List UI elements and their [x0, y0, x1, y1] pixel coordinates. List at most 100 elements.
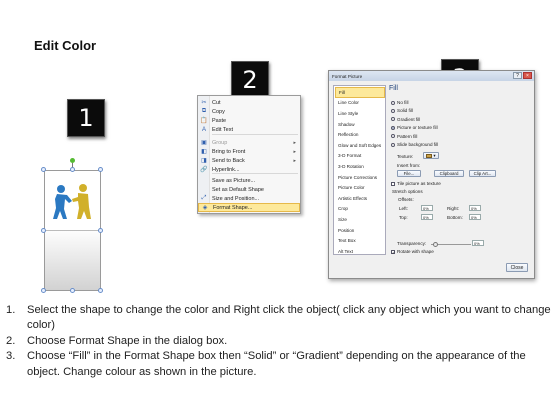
- context-menu-item[interactable]: ◨ Send to Back ▸: [198, 156, 300, 165]
- dialog-nav-item[interactable]: Fill: [335, 87, 385, 98]
- fill-option-radio[interactable]: [391, 117, 395, 122]
- dialog-nav-item[interactable]: Glow and Soft Edges: [335, 140, 385, 151]
- dialog-titlebar: Format Picture ? ×: [329, 71, 534, 81]
- dialog-nav-item[interactable]: Size: [335, 214, 385, 225]
- scissors-icon: ✂: [201, 100, 207, 106]
- resize-handle-bottom[interactable]: [70, 288, 75, 293]
- fill-option[interactable]: Pattern fill: [391, 134, 417, 139]
- resize-handle-right[interactable]: [98, 228, 103, 233]
- submenu-arrow-icon: ▸: [293, 148, 296, 155]
- fill-option-radio[interactable]: [391, 142, 395, 147]
- context-menu-item: ▣ Group ▸: [198, 138, 300, 147]
- close-button[interactable]: Close: [506, 263, 528, 272]
- dialog-nav-item[interactable]: Shadow: [335, 119, 385, 130]
- clip-art-button[interactable]: Clip Art...: [469, 170, 496, 177]
- fill-option[interactable]: Picture or texture fill: [391, 125, 438, 130]
- instruction-number: 3.: [6, 350, 16, 363]
- menu-separator: [212, 173, 298, 174]
- dialog-title: Format Picture: [332, 73, 363, 79]
- submenu-arrow-icon: ▸: [293, 157, 296, 164]
- context-menu-item[interactable]: Save as Picture...: [198, 176, 300, 185]
- top-offset-label: Top:: [399, 215, 408, 220]
- fill-option-radio[interactable]: [391, 134, 395, 139]
- rotation-handle[interactable]: [70, 158, 75, 163]
- left-offset-field[interactable]: 0%: [421, 205, 433, 211]
- fill-option[interactable]: Slide background fill: [391, 142, 438, 147]
- dialog-nav-item[interactable]: Line Style: [335, 108, 385, 119]
- dialog-nav-item[interactable]: Picture Corrections: [335, 172, 385, 183]
- context-menu-item-label: Copy: [212, 108, 225, 115]
- paste-icon: 📋: [200, 118, 208, 124]
- context-menu-item-label: Hyperlink...: [212, 166, 240, 173]
- context-menu-item-label: Set as Default Shape: [212, 186, 264, 193]
- fill-option-radio[interactable]: [391, 100, 395, 105]
- bottom-offset-label: Bottom:: [447, 215, 463, 220]
- selected-shape[interactable]: [41, 158, 103, 293]
- tile-checkbox[interactable]: [391, 181, 395, 186]
- fill-option-label: Pattern fill: [397, 133, 418, 139]
- bottom-offset-field[interactable]: 0%: [469, 214, 481, 220]
- dialog-nav-item[interactable]: Line Color: [335, 98, 385, 109]
- context-menu-item[interactable]: A Edit Text: [198, 125, 300, 134]
- fill-heading: Fill: [389, 85, 398, 92]
- top-offset-field[interactable]: 0%: [421, 214, 433, 220]
- fill-option[interactable]: Solid fill: [391, 108, 413, 113]
- dialog-nav-item[interactable]: Text Box: [335, 235, 385, 246]
- clipboard-button[interactable]: Clipboard: [434, 170, 464, 177]
- instruction-item: 1. Select the shape to change the color a…: [0, 303, 560, 334]
- dialog-nav-item[interactable]: Crop: [335, 204, 385, 215]
- context-menu-item[interactable]: ⧉ Copy: [198, 107, 300, 116]
- file-button[interactable]: File...: [397, 170, 421, 177]
- resize-handle-top-left[interactable]: [41, 167, 46, 172]
- help-button[interactable]: ?: [513, 72, 522, 79]
- context-menu-item[interactable]: ✂ Cut: [198, 98, 300, 107]
- fill-option[interactable]: No fill: [391, 100, 409, 105]
- transparency-field[interactable]: 0%: [472, 240, 484, 246]
- resize-handle-bottom-right[interactable]: [98, 288, 103, 293]
- context-menu-item-label: Edit Text: [212, 126, 233, 133]
- bring-to-front-icon: ◧: [201, 149, 207, 155]
- send-to-back-icon: ◨: [201, 158, 207, 164]
- rotate-checkbox[interactable]: ✓: [391, 249, 395, 254]
- context-menu-item[interactable]: 📋 Paste: [198, 116, 300, 125]
- tile-picture-option[interactable]: Tile picture as texture: [391, 181, 441, 186]
- size-position-icon: ⤢: [201, 195, 207, 201]
- context-menu-item-label: Bring to Front: [212, 148, 246, 155]
- dialog-nav-item[interactable]: Reflection: [335, 129, 385, 140]
- menu-separator: [212, 134, 298, 135]
- context-menu-item[interactable]: ⤢ Size and Position...: [198, 194, 300, 203]
- context-menu-item-label: Group: [212, 139, 228, 146]
- fill-option[interactable]: Gradient fill: [391, 117, 420, 122]
- dialog-nav-item[interactable]: Artistic Effects: [335, 193, 385, 204]
- right-offset-field[interactable]: 0%: [469, 205, 481, 211]
- transparency-label: Transparency:: [397, 241, 427, 246]
- dialog-nav-item[interactable]: Picture Color: [335, 182, 385, 193]
- dialog-nav-list: Fill Line Color Line Style Shadow Reflection…: [333, 85, 386, 255]
- texture-dropdown[interactable]: ▾: [423, 152, 439, 159]
- stretch-options-label: Stretch options: [392, 189, 423, 194]
- rotate-with-shape-option[interactable]: ✓ Rotate with shape: [391, 249, 434, 254]
- context-menu-item-label: Paste: [212, 117, 227, 124]
- dialog-nav-item[interactable]: Alt Text: [335, 246, 385, 257]
- resize-handle-top[interactable]: [70, 167, 75, 172]
- close-icon[interactable]: ×: [523, 72, 532, 79]
- instruction-text: Choose Format Shape in the dialog box.: [27, 334, 228, 347]
- dialog-nav-item[interactable]: 3-D Format: [335, 151, 385, 162]
- resize-handle-bottom-left[interactable]: [41, 288, 46, 293]
- resize-handle-left[interactable]: [41, 228, 46, 233]
- context-menu-item[interactable]: ◧ Bring to Front ▸: [198, 147, 300, 156]
- page-title: Edit Color: [34, 38, 97, 53]
- instruction-item: 3. Choose “Fill” in the Format Shape box …: [0, 349, 560, 380]
- context-menu-item[interactable]: ◈ Format Shape...: [198, 203, 300, 212]
- transparency-slider-thumb[interactable]: [433, 242, 438, 247]
- texture-label: Texture:: [397, 154, 414, 159]
- fill-option-radio[interactable]: [391, 125, 395, 130]
- dialog-nav-item[interactable]: 3-D Rotation: [335, 161, 385, 172]
- step-number-2: 2: [231, 61, 269, 99]
- context-menu-item[interactable]: Set as Default Shape: [198, 185, 300, 194]
- instruction-item: 2. Choose Format Shape in the dialog box.: [0, 334, 560, 349]
- shape-body[interactable]: [44, 170, 101, 291]
- resize-handle-top-right[interactable]: [98, 167, 103, 172]
- fill-option-radio[interactable]: [391, 108, 395, 113]
- dialog-nav-item[interactable]: Position: [335, 225, 385, 236]
